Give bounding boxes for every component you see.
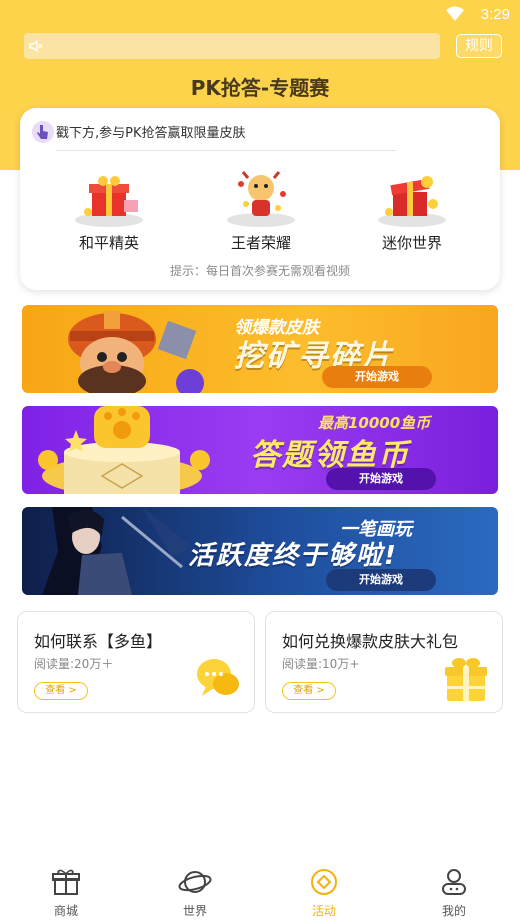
divider	[56, 150, 396, 151]
gift-icon	[52, 869, 80, 895]
red-gift-box-icon	[74, 168, 144, 228]
tab-world[interactable]: 世界	[155, 868, 235, 919]
info-card-title: 如何兑换爆款皮肤大礼包	[282, 632, 459, 651]
intro-text: 戳下方,参与PK抢答赢取限量皮肤	[56, 126, 246, 141]
game-label: 王者荣耀	[230, 234, 291, 252]
bottom-tab-bar: 商城 世界 活动 我的	[0, 858, 520, 922]
page-title: PK抢答-专题赛	[190, 76, 330, 100]
read-count: 阅读量:20万＋	[34, 657, 114, 671]
start-game-button[interactable]: 开始游戏	[322, 366, 432, 388]
tab-label: 我的	[441, 904, 466, 918]
rules-button[interactable]: 规则	[456, 34, 502, 58]
intro-card: 戳下方,参与PK抢答赢取限量皮肤 和平精英 王者荣耀 迷你世界 提示：每日首次参…	[20, 108, 500, 290]
chat-bubble-icon	[196, 656, 240, 704]
banner-mining[interactable]: 领爆款皮肤 挖矿寻碎片 开始游戏	[22, 305, 498, 393]
read-count: 阅读量:10万+	[282, 657, 360, 671]
banner-quiz-coins[interactable]: 最高10000鱼币 答题领鱼币 开始游戏	[22, 406, 498, 494]
tab-label: 世界	[182, 904, 207, 918]
info-card-title: 如何联系【多鱼】	[34, 632, 163, 651]
banner-title: 活跃度终于够啦!	[188, 541, 398, 571]
cartoon-cow-icon	[226, 168, 296, 228]
gift-box-icon	[444, 656, 488, 706]
game-wangzhe-rongyao[interactable]: 王者荣耀	[206, 168, 316, 253]
paw-podium-illustration	[38, 406, 210, 494]
red-gift-box-icon	[377, 168, 447, 228]
pointing-hand-icon	[32, 120, 54, 148]
start-game-button[interactable]: 开始游戏	[326, 569, 436, 591]
start-game-button[interactable]: 开始游戏	[326, 468, 436, 490]
miner-character-illustration	[68, 311, 204, 393]
tab-shop[interactable]: 商城	[26, 868, 106, 919]
wifi-icon	[446, 6, 464, 26]
game-label: 和平精英	[78, 234, 139, 252]
speaker-icon	[28, 38, 44, 58]
info-card-redeem[interactable]: 如何兑换爆款皮肤大礼包 阅读量:10万+ 查看 >	[265, 611, 503, 713]
notice-bar[interactable]	[24, 33, 440, 59]
status-bar: 3:29	[0, 0, 520, 30]
game-mini-shijie[interactable]: 迷你世界	[357, 168, 467, 253]
tab-me[interactable]: 我的	[414, 868, 494, 919]
view-button[interactable]: 查看 >	[34, 682, 88, 700]
view-button[interactable]: 查看 >	[282, 682, 336, 700]
status-time: 3:29	[480, 6, 510, 23]
tab-label: 商城	[53, 904, 78, 918]
info-card-contact[interactable]: 如何联系【多鱼】 阅读量:20万＋ 查看 >	[17, 611, 255, 713]
warrior-character-illustration	[42, 507, 192, 595]
banner-one-stroke[interactable]: 一笔画玩 活跃度终于够啦! 开始游戏	[22, 507, 498, 595]
hint-text: 提示：每日首次参赛无需观看视频	[169, 264, 350, 278]
activity-icon	[311, 869, 337, 895]
user-icon	[442, 869, 466, 895]
game-label: 迷你世界	[381, 234, 442, 252]
planet-icon	[178, 871, 212, 893]
game-heping-jingying[interactable]: 和平精英	[54, 168, 164, 253]
tab-activity[interactable]: 活动	[284, 868, 364, 919]
tab-label: 活动	[311, 904, 336, 918]
